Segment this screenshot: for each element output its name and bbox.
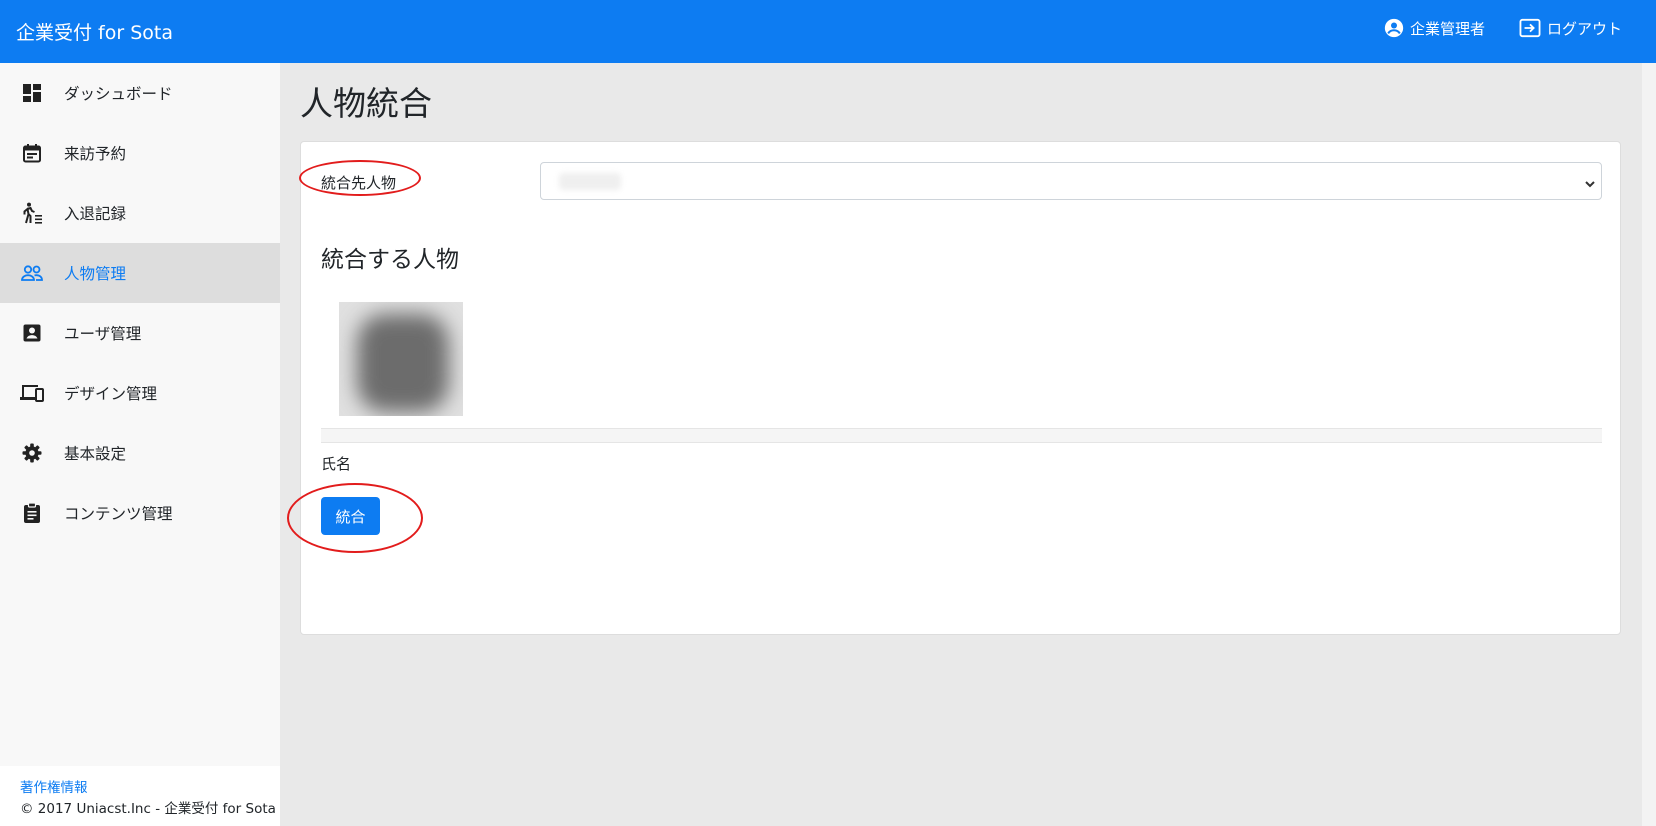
section-title: 統合する人物 (321, 247, 459, 273)
person-photo (339, 302, 463, 416)
clipboard-icon (20, 501, 44, 525)
sidebar: ダッシュボード 来訪予約 入退記録 人物管理 ユーザ管理 デザイン管理 基本設定… (0, 63, 280, 826)
copyright-text: © 2017 Uniacst.Inc - 企業受付 for Sota (20, 801, 276, 817)
app-title[interactable]: 企業受付 for Sota (16, 0, 173, 63)
user-label: 企業管理者 (1409, 19, 1485, 38)
sidebar-item-label: デザイン管理 (64, 385, 158, 403)
sidebar-item-users[interactable]: ユーザ管理 (0, 303, 280, 363)
account-circle-icon (1384, 18, 1404, 38)
walking-log-icon (20, 201, 44, 225)
logout-button[interactable]: ログアウト (1519, 18, 1622, 39)
top-navbar: 企業受付 for Sota 企業管理者 ログアウト (0, 0, 1656, 63)
sidebar-item-label: ユーザ管理 (64, 325, 142, 343)
merge-form-card: 統合先人物 統合する人物 氏名 統合 (287, 141, 1621, 635)
devices-icon (20, 381, 44, 405)
page-title: 人物統合 (300, 84, 432, 123)
sidebar-item-label: 人物管理 (64, 265, 127, 283)
sidebar-item-label: コンテンツ管理 (64, 505, 173, 523)
logout-label: ログアウト (1546, 19, 1622, 38)
chevron-down-icon (1584, 175, 1596, 194)
name-label: 氏名 (321, 455, 352, 473)
topbar-actions: 企業管理者 ログアウト (1384, 0, 1622, 56)
calendar-icon (20, 141, 44, 165)
people-icon (20, 261, 44, 285)
target-person-label: 統合先人物 (321, 174, 397, 192)
sidebar-item-label: 入退記録 (64, 205, 127, 223)
account-box-icon (20, 321, 44, 345)
sidebar-item-dashboard[interactable]: ダッシュボード (0, 63, 280, 123)
blurred-selected-value (559, 173, 621, 190)
sidebar-item-contents[interactable]: コンテンツ管理 (0, 483, 280, 543)
blurred-face (357, 314, 449, 412)
sidebar-item-reservations[interactable]: 来訪予約 (0, 123, 280, 183)
dashboard-icon (20, 81, 44, 105)
sidebar-item-label: ダッシュボード (64, 85, 173, 103)
logout-icon (1519, 18, 1541, 38)
sidebar-item-label: 基本設定 (64, 445, 127, 463)
scrollbar[interactable] (1642, 63, 1656, 826)
sidebar-footer: 著作権情報 © 2017 Uniacst.Inc - 企業受付 for Sota (0, 766, 280, 826)
main-content: 人物統合 統合先人物 統合する人物 氏名 統合 (280, 63, 1642, 826)
copyright-info-link[interactable]: 著作権情報 (20, 780, 88, 796)
target-person-select[interactable] (540, 162, 1602, 200)
table-divider (321, 428, 1602, 443)
sidebar-item-settings[interactable]: 基本設定 (0, 423, 280, 483)
merge-button[interactable]: 統合 (321, 497, 380, 535)
sidebar-item-people[interactable]: 人物管理 (0, 243, 280, 303)
user-menu[interactable]: 企業管理者 (1384, 18, 1485, 39)
sidebar-item-label: 来訪予約 (64, 145, 127, 163)
sidebar-item-entry-log[interactable]: 入退記録 (0, 183, 280, 243)
gear-icon (20, 441, 44, 465)
sidebar-item-design[interactable]: デザイン管理 (0, 363, 280, 423)
